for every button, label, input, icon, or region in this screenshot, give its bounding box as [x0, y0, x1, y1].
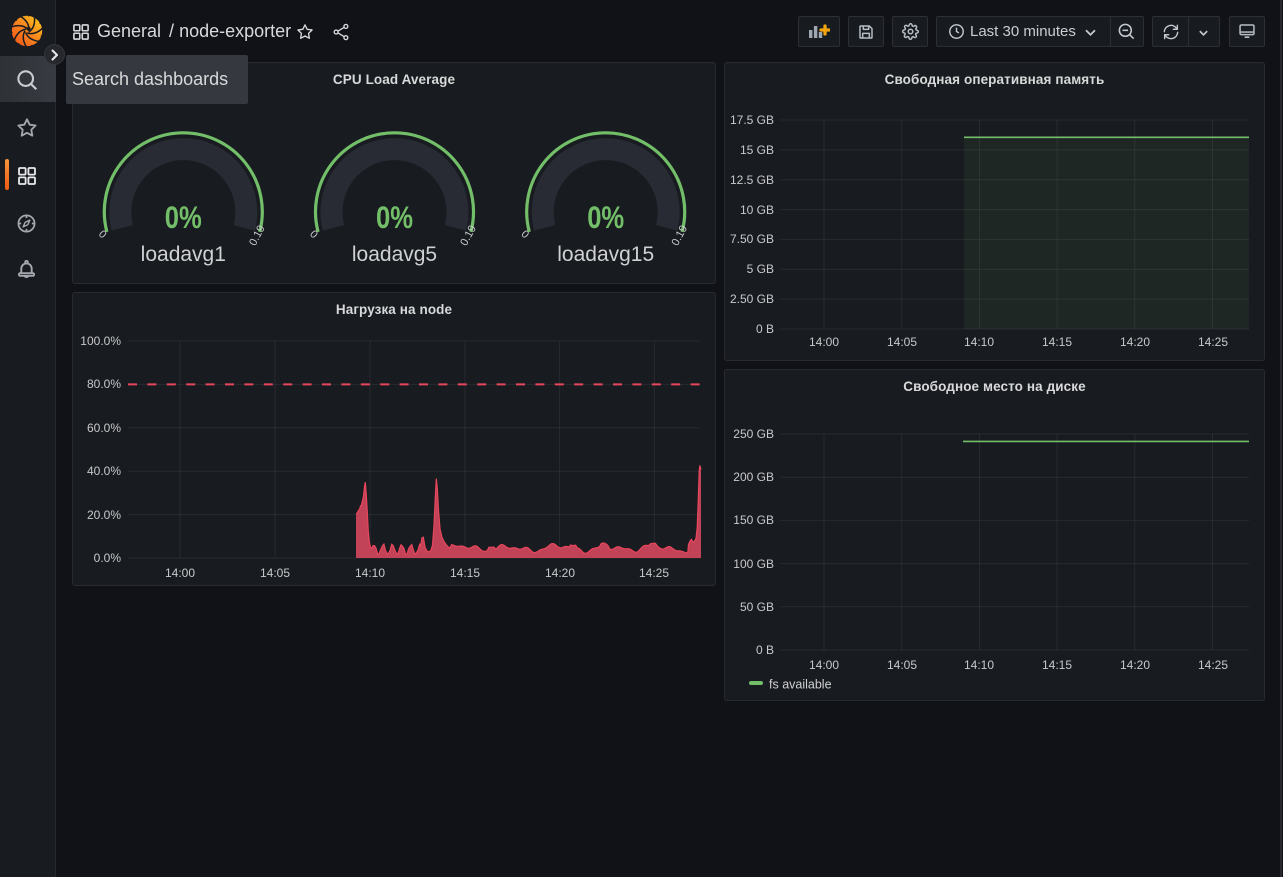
svg-text:14:20: 14:20: [1120, 658, 1150, 672]
svg-text:14:10: 14:10: [355, 566, 385, 580]
svg-text:0%: 0%: [376, 199, 413, 235]
svg-text:5 GB: 5 GB: [747, 262, 774, 276]
svg-text:0: 0: [307, 228, 320, 241]
svg-text:7.50 GB: 7.50 GB: [730, 232, 774, 246]
svg-text:0%: 0%: [165, 199, 202, 235]
svg-text:14:15: 14:15: [1042, 658, 1072, 672]
svg-text:0: 0: [96, 228, 109, 241]
svg-text:15 GB: 15 GB: [740, 143, 774, 157]
svg-text:10 GB: 10 GB: [740, 203, 774, 217]
svg-text:12.5 GB: 12.5 GB: [730, 173, 774, 187]
svg-text:14:05: 14:05: [887, 658, 917, 672]
svg-text:14:25: 14:25: [1198, 658, 1228, 672]
svg-text:14:00: 14:00: [165, 566, 195, 580]
svg-text:14:15: 14:15: [1042, 335, 1072, 349]
svg-text:loadavg15: loadavg15: [557, 243, 654, 266]
svg-text:loadavg5: loadavg5: [352, 243, 437, 266]
svg-text:200 GB: 200 GB: [733, 470, 774, 484]
svg-text:14:00: 14:00: [809, 658, 839, 672]
svg-text:14:25: 14:25: [639, 566, 669, 580]
svg-text:50 GB: 50 GB: [740, 600, 774, 614]
svg-text:100 GB: 100 GB: [733, 557, 774, 571]
svg-text:14:10: 14:10: [964, 335, 994, 349]
svg-text:loadavg1: loadavg1: [141, 243, 226, 266]
svg-text:0: 0: [518, 228, 531, 241]
svg-text:14:15: 14:15: [450, 566, 480, 580]
svg-text:0%: 0%: [587, 199, 624, 235]
svg-text:14:10: 14:10: [964, 658, 994, 672]
svg-text:14:00: 14:00: [809, 335, 839, 349]
svg-text:20.0%: 20.0%: [87, 508, 121, 522]
svg-text:0 B: 0 B: [756, 322, 774, 336]
svg-text:40.0%: 40.0%: [87, 464, 121, 478]
svg-text:150 GB: 150 GB: [733, 513, 774, 527]
svg-text:fs available: fs available: [769, 678, 832, 692]
svg-text:14:20: 14:20: [545, 566, 575, 580]
svg-text:14:05: 14:05: [260, 566, 290, 580]
svg-text:60.0%: 60.0%: [87, 421, 121, 435]
svg-text:14:20: 14:20: [1120, 335, 1150, 349]
svg-text:100.0%: 100.0%: [80, 334, 121, 348]
svg-text:17.5 GB: 17.5 GB: [730, 113, 774, 127]
svg-text:80.0%: 80.0%: [87, 377, 121, 391]
svg-text:250 GB: 250 GB: [733, 427, 774, 441]
svg-text:0 B: 0 B: [756, 643, 774, 657]
svg-text:14:25: 14:25: [1198, 335, 1228, 349]
svg-text:0.0%: 0.0%: [94, 551, 122, 565]
svg-text:14:05: 14:05: [887, 335, 917, 349]
svg-text:2.50 GB: 2.50 GB: [730, 292, 774, 306]
